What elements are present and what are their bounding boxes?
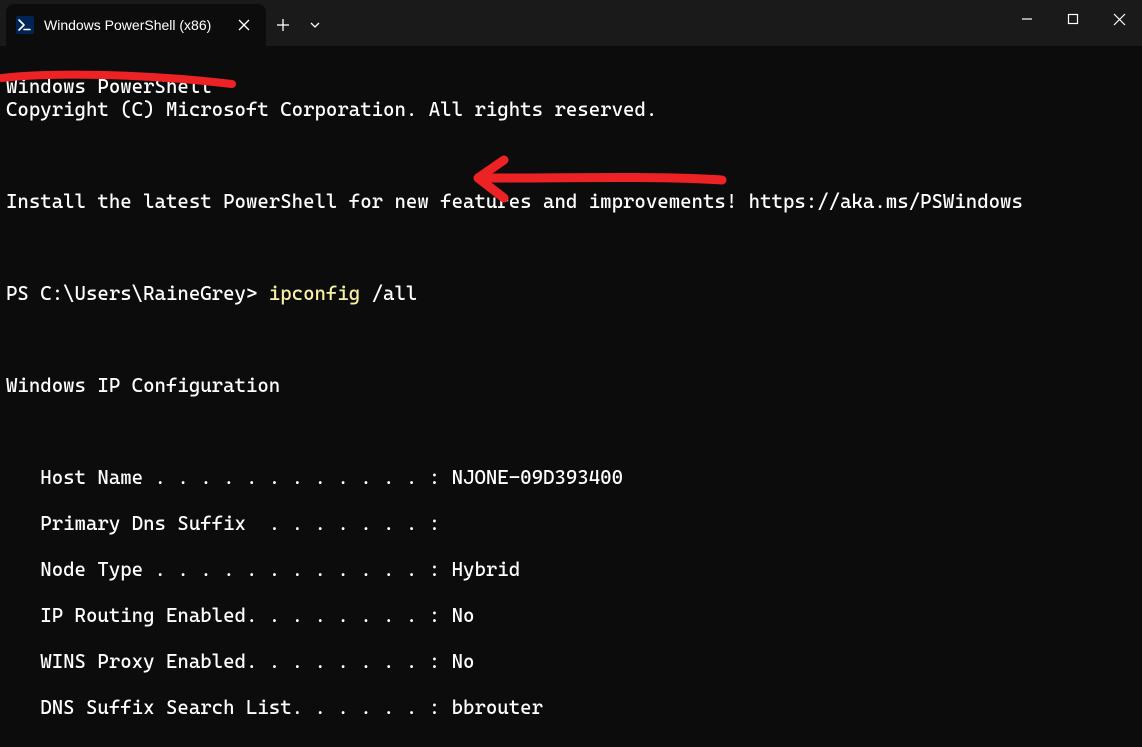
blank-line xyxy=(6,236,1136,259)
window-close-button[interactable] xyxy=(1096,0,1142,38)
blank-line xyxy=(6,742,1136,747)
maximize-icon xyxy=(1067,13,1079,25)
window-controls xyxy=(1004,0,1142,38)
chevron-down-icon xyxy=(309,19,321,31)
command-name: ipconfig xyxy=(269,282,360,305)
tab-close-button[interactable] xyxy=(234,15,254,35)
output-row: WINS Proxy Enabled. . . . . . . . : No xyxy=(6,650,1136,673)
plus-icon xyxy=(276,18,290,32)
output-row: DNS Suffix Search List. . . . . . : bbro… xyxy=(6,696,1136,719)
minimize-button[interactable] xyxy=(1004,0,1050,38)
output-row: IP Routing Enabled. . . . . . . . : No xyxy=(6,604,1136,627)
titlebar: Windows PowerShell (x86) xyxy=(0,0,1142,46)
close-icon xyxy=(1113,13,1126,26)
output-row: Host Name . . . . . . . . . . . . : NJON… xyxy=(6,466,1136,489)
terminal-output[interactable]: Windows PowerShellCopyright (C) Microsof… xyxy=(0,46,1142,747)
blank-line xyxy=(6,144,1136,167)
command-args: /all xyxy=(360,282,417,305)
minimize-icon xyxy=(1021,13,1033,25)
prompt: PS C:\Users\RaineGrey> xyxy=(6,282,269,305)
prompt-line: PS C:\Users\RaineGrey> ipconfig /all xyxy=(6,282,1136,305)
maximize-button[interactable] xyxy=(1050,0,1096,38)
close-icon xyxy=(238,19,250,31)
new-tab-button[interactable] xyxy=(266,4,300,46)
blank-line xyxy=(6,420,1136,443)
banner-line: Windows PowerShell xyxy=(6,75,1136,98)
tab-title: Windows PowerShell (x86) xyxy=(44,17,234,33)
banner-line: Copyright (C) Microsoft Corporation. All… xyxy=(6,98,1136,121)
output-row: Node Type . . . . . . . . . . . . : Hybr… xyxy=(6,558,1136,581)
install-msg: Install the latest PowerShell for new fe… xyxy=(6,190,1136,213)
powershell-icon xyxy=(16,16,34,34)
tab-powershell[interactable]: Windows PowerShell (x86) xyxy=(6,4,266,46)
section-header: Windows IP Configuration xyxy=(6,374,1136,397)
output-row: Primary Dns Suffix . . . . . . . : xyxy=(6,512,1136,535)
tab-dropdown-button[interactable] xyxy=(300,4,330,46)
blank-line xyxy=(6,328,1136,351)
